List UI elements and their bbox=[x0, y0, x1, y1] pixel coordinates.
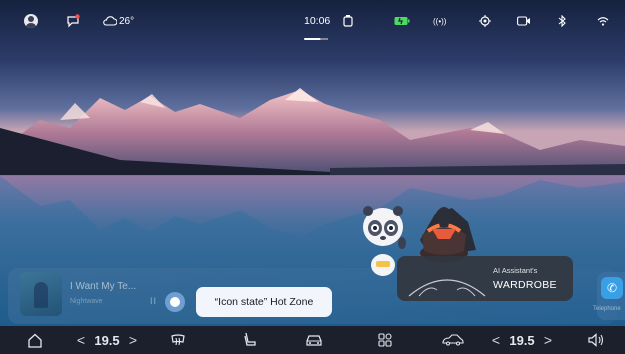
hot-zone-toggle[interactable] bbox=[165, 292, 185, 312]
location-icon bbox=[479, 12, 491, 30]
song-artist: Nightwave bbox=[70, 298, 103, 305]
left-temperature: 19.5 bbox=[94, 332, 120, 348]
apps-icon[interactable] bbox=[374, 326, 396, 354]
camera-icon bbox=[517, 12, 531, 30]
ai-card-label: AI Assistant's bbox=[493, 266, 538, 275]
phone-card[interactable]: ✆ bbox=[597, 272, 625, 320]
user-avatar-icon[interactable] bbox=[24, 12, 38, 30]
seat-icon[interactable] bbox=[239, 326, 261, 354]
car-side-icon[interactable] bbox=[440, 326, 466, 354]
message-icon[interactable] bbox=[66, 12, 80, 30]
bluetooth-icon bbox=[558, 12, 566, 30]
cloud-icon bbox=[103, 16, 117, 26]
ai-card-title: WARDROBE bbox=[493, 279, 557, 291]
radio-icon: ((•)) bbox=[433, 16, 447, 26]
left-temp-increase[interactable]: > bbox=[126, 326, 140, 354]
wifi-icon bbox=[597, 12, 609, 30]
car-icon[interactable] bbox=[303, 326, 325, 354]
ai-mascot-object bbox=[420, 207, 468, 262]
weather: 26° bbox=[103, 12, 134, 30]
battery-icon bbox=[394, 12, 410, 30]
album-art[interactable] bbox=[20, 272, 62, 316]
home-icon[interactable] bbox=[24, 326, 46, 354]
clock: 10:06 bbox=[304, 15, 331, 27]
rear-defrost-icon[interactable] bbox=[167, 326, 189, 354]
bottom-dock: < 19.5 > < 19.5 > bbox=[0, 326, 625, 354]
status-bar: 26° 10:06 ((•)) bbox=[0, 0, 625, 40]
right-temperature: 19.5 bbox=[509, 332, 535, 348]
pause-button[interactable]: II bbox=[150, 296, 157, 306]
phone-icon[interactable]: ✆ bbox=[601, 277, 623, 299]
ai-assistant-card[interactable]: AI Assistant's WARDROBE bbox=[397, 256, 573, 301]
wardrobe-icon bbox=[408, 279, 486, 297]
temperature-text: 26° bbox=[119, 15, 135, 27]
left-temp-decrease[interactable]: < bbox=[74, 326, 88, 354]
right-temp-decrease[interactable]: < bbox=[489, 326, 503, 354]
phone-label: Telephone bbox=[593, 306, 621, 312]
page-indicator-secondary bbox=[320, 38, 328, 40]
volume-icon[interactable] bbox=[585, 326, 607, 354]
power-bank-icon[interactable] bbox=[342, 12, 354, 30]
right-temp-increase[interactable]: > bbox=[541, 326, 555, 354]
song-title: I Want My Te... bbox=[70, 281, 137, 292]
hot-zone-tooltip: “Icon state” Hot Zone bbox=[196, 287, 332, 317]
